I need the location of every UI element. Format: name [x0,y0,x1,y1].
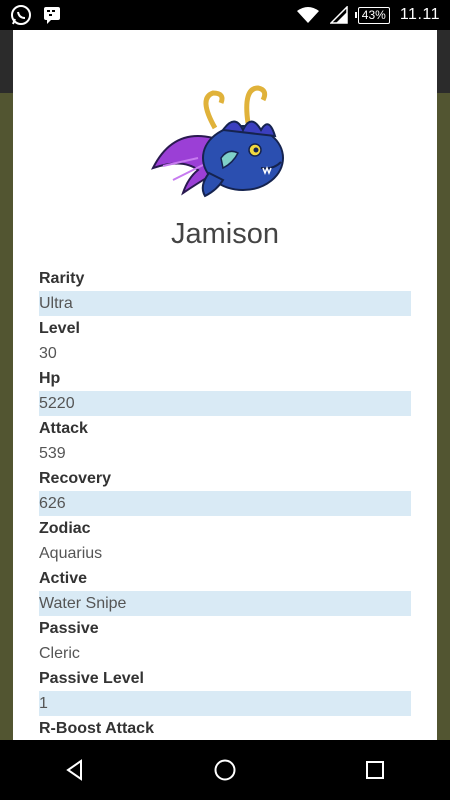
attr-r-boost-attack-label: R-Boost Attack [39,720,154,737]
character-detail-card: Jamison Rarity Ultra Level 30 Hp 5220 At… [13,30,437,740]
home-icon [214,759,236,781]
attr-passive-level-label: Passive Level [39,670,144,687]
attr-active-value: Water Snipe [39,591,411,616]
clock: 11.11 [399,6,440,23]
attr-attack-label: Attack [39,420,88,437]
attr-hp-value: 5220 [39,391,411,416]
attr-passive-value: Cleric [39,645,80,662]
attr-zodiac-label: Zodiac [39,520,91,537]
character-name: Jamison [171,218,279,250]
wifi-icon [296,7,319,23]
home-button[interactable] [195,740,255,800]
attr-recovery-label: Recovery [39,470,112,487]
attr-hp-label: Hp [39,370,61,387]
blue-dragon-fish-icon [143,58,303,208]
attr-rarity-label: Rarity [39,270,85,287]
status-bar: 43% 11.11 [0,0,450,30]
attr-recovery-value: 626 [39,491,411,516]
attr-active-label: Active [39,570,88,587]
attr-attack-value: 539 [39,445,66,462]
recents-button[interactable] [345,740,405,800]
attr-level-value: 30 [39,345,57,362]
signal-icon [329,6,348,24]
attr-passive-level-value: 1 [39,691,411,716]
bbm-icon [44,7,60,24]
attr-level-label: Level [39,320,80,337]
recents-icon [366,761,384,779]
battery-indicator: 43% [354,6,390,24]
battery-percent: 43% [361,8,386,22]
back-button[interactable] [45,740,105,800]
navigation-bar [0,740,450,800]
back-icon [66,759,82,781]
whatsapp-icon [11,5,31,25]
attr-rarity-value: Ultra [39,291,411,316]
attr-passive-label: Passive [39,620,99,637]
attribute-list: Rarity Ultra Level 30 Hp 5220 Attack 539… [39,266,411,740]
attr-zodiac-value: Aquarius [39,545,103,562]
status-right: 43% 11.11 [296,0,440,30]
status-left-icons [0,4,62,26]
